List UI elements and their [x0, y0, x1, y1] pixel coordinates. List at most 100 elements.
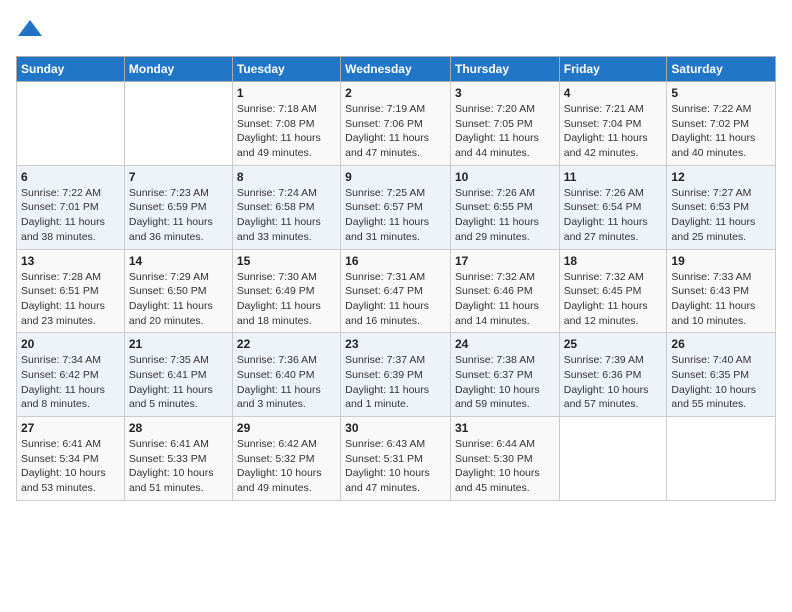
day-number: 11 — [564, 170, 663, 184]
day-number: 20 — [21, 337, 120, 351]
day-detail: Sunrise: 7:21 AMSunset: 7:04 PMDaylight:… — [564, 102, 663, 161]
header-thursday: Thursday — [450, 57, 559, 82]
day-detail: Sunrise: 7:36 AMSunset: 6:40 PMDaylight:… — [237, 353, 336, 412]
calendar-week-row: 6 Sunrise: 7:22 AMSunset: 7:01 PMDaylight… — [17, 165, 776, 249]
day-number: 3 — [455, 86, 555, 100]
header-friday: Friday — [559, 57, 667, 82]
day-number: 5 — [671, 86, 771, 100]
day-number: 14 — [129, 254, 228, 268]
calendar-cell: 2Sunrise: 7:19 AMSunset: 7:06 PMDaylight… — [341, 82, 451, 166]
day-detail: Sunrise: 7:24 AMSunset: 6:58 PMDaylight:… — [237, 186, 336, 245]
calendar-week-row: 20 Sunrise: 7:34 AMSunset: 6:42 PMDayligh… — [17, 333, 776, 417]
day-number: 9 — [345, 170, 446, 184]
day-detail: Sunrise: 7:19 AMSunset: 7:06 PMDaylight:… — [345, 102, 446, 161]
day-number: 8 — [237, 170, 336, 184]
calendar-cell — [17, 82, 125, 166]
day-number: 19 — [671, 254, 771, 268]
logo-icon — [16, 16, 44, 44]
day-number: 1 — [237, 86, 336, 100]
day-number: 30 — [345, 421, 446, 435]
logo — [16, 16, 48, 44]
day-detail: Sunrise: 7:23 AMSunset: 6:59 PMDaylight:… — [129, 186, 228, 245]
day-detail: Sunrise: 6:42 AMSunset: 5:32 PMDaylight:… — [237, 437, 336, 496]
day-detail: Sunrise: 7:40 AMSunset: 6:35 PMDaylight:… — [671, 353, 771, 412]
day-number: 15 — [237, 254, 336, 268]
day-number: 31 — [455, 421, 555, 435]
day-detail: Sunrise: 7:18 AMSunset: 7:08 PMDaylight:… — [237, 102, 336, 161]
calendar-cell: 29 Sunrise: 6:42 AMSunset: 5:32 PMDayligh… — [232, 417, 340, 501]
calendar-table: SundayMondayTuesdayWednesdayThursdayFrid… — [16, 56, 776, 501]
day-detail: Sunrise: 6:41 AMSunset: 5:34 PMDaylight:… — [21, 437, 120, 496]
header-wednesday: Wednesday — [341, 57, 451, 82]
calendar-cell: 7Sunrise: 7:23 AMSunset: 6:59 PMDaylight… — [124, 165, 232, 249]
day-detail: Sunrise: 7:31 AMSunset: 6:47 PMDaylight:… — [345, 270, 446, 329]
calendar-week-row: 13 Sunrise: 7:28 AMSunset: 6:51 PMDayligh… — [17, 249, 776, 333]
day-number: 26 — [671, 337, 771, 351]
calendar-cell: 12 Sunrise: 7:27 AMSunset: 6:53 PMDayligh… — [667, 165, 776, 249]
day-detail: Sunrise: 7:32 AMSunset: 6:46 PMDaylight:… — [455, 270, 555, 329]
day-detail: Sunrise: 7:28 AMSunset: 6:51 PMDaylight:… — [21, 270, 120, 329]
day-detail: Sunrise: 6:43 AMSunset: 5:31 PMDaylight:… — [345, 437, 446, 496]
calendar-cell — [667, 417, 776, 501]
calendar-cell: 14 Sunrise: 7:29 AMSunset: 6:50 PMDayligh… — [124, 249, 232, 333]
day-detail: Sunrise: 7:37 AMSunset: 6:39 PMDaylight:… — [345, 353, 446, 412]
day-detail: Sunrise: 7:22 AMSunset: 7:01 PMDaylight:… — [21, 186, 120, 245]
calendar-cell: 21 Sunrise: 7:35 AMSunset: 6:41 PMDayligh… — [124, 333, 232, 417]
calendar-cell: 19 Sunrise: 7:33 AMSunset: 6:43 PMDayligh… — [667, 249, 776, 333]
day-number: 13 — [21, 254, 120, 268]
day-detail: Sunrise: 7:34 AMSunset: 6:42 PMDaylight:… — [21, 353, 120, 412]
day-detail: Sunrise: 7:35 AMSunset: 6:41 PMDaylight:… — [129, 353, 228, 412]
day-detail: Sunrise: 7:20 AMSunset: 7:05 PMDaylight:… — [455, 102, 555, 161]
calendar-week-row: 27 Sunrise: 6:41 AMSunset: 5:34 PMDayligh… — [17, 417, 776, 501]
day-number: 27 — [21, 421, 120, 435]
calendar-cell: 20 Sunrise: 7:34 AMSunset: 6:42 PMDayligh… — [17, 333, 125, 417]
day-number: 23 — [345, 337, 446, 351]
calendar-cell: 18 Sunrise: 7:32 AMSunset: 6:45 PMDayligh… — [559, 249, 667, 333]
header-saturday: Saturday — [667, 57, 776, 82]
calendar-cell — [559, 417, 667, 501]
calendar-cell: 22Sunrise: 7:36 AMSunset: 6:40 PMDayligh… — [232, 333, 340, 417]
calendar-cell: 31 Sunrise: 6:44 AMSunset: 5:30 PMDayligh… — [450, 417, 559, 501]
day-detail: Sunrise: 7:38 AMSunset: 6:37 PMDaylight:… — [455, 353, 555, 412]
calendar-cell: 26 Sunrise: 7:40 AMSunset: 6:35 PMDayligh… — [667, 333, 776, 417]
day-detail: Sunrise: 7:26 AMSunset: 6:54 PMDaylight:… — [564, 186, 663, 245]
page-header — [16, 16, 776, 44]
day-number: 17 — [455, 254, 555, 268]
calendar-cell: 30 Sunrise: 6:43 AMSunset: 5:31 PMDayligh… — [341, 417, 451, 501]
calendar-cell: 4Sunrise: 7:21 AMSunset: 7:04 PMDaylight… — [559, 82, 667, 166]
day-detail: Sunrise: 7:22 AMSunset: 7:02 PMDaylight:… — [671, 102, 771, 161]
day-detail: Sunrise: 7:26 AMSunset: 6:55 PMDaylight:… — [455, 186, 555, 245]
day-number: 24 — [455, 337, 555, 351]
day-number: 6 — [21, 170, 120, 184]
day-detail: Sunrise: 6:44 AMSunset: 5:30 PMDaylight:… — [455, 437, 555, 496]
day-detail: Sunrise: 7:39 AMSunset: 6:36 PMDaylight:… — [564, 353, 663, 412]
header-monday: Monday — [124, 57, 232, 82]
calendar-cell: 1 Sunrise: 7:18 AMSunset: 7:08 PMDaylight… — [232, 82, 340, 166]
day-number: 29 — [237, 421, 336, 435]
calendar-cell: 10Sunrise: 7:26 AMSunset: 6:55 PMDayligh… — [450, 165, 559, 249]
day-number: 16 — [345, 254, 446, 268]
day-detail: Sunrise: 7:29 AMSunset: 6:50 PMDaylight:… — [129, 270, 228, 329]
calendar-cell: 17 Sunrise: 7:32 AMSunset: 6:46 PMDayligh… — [450, 249, 559, 333]
calendar-week-row: 1 Sunrise: 7:18 AMSunset: 7:08 PMDaylight… — [17, 82, 776, 166]
day-detail: Sunrise: 7:27 AMSunset: 6:53 PMDaylight:… — [671, 186, 771, 245]
day-detail: Sunrise: 7:30 AMSunset: 6:49 PMDaylight:… — [237, 270, 336, 329]
day-detail: Sunrise: 7:25 AMSunset: 6:57 PMDaylight:… — [345, 186, 446, 245]
header-sunday: Sunday — [17, 57, 125, 82]
day-detail: Sunrise: 7:33 AMSunset: 6:43 PMDaylight:… — [671, 270, 771, 329]
calendar-cell: 11 Sunrise: 7:26 AMSunset: 6:54 PMDayligh… — [559, 165, 667, 249]
day-detail: Sunrise: 6:41 AMSunset: 5:33 PMDaylight:… — [129, 437, 228, 496]
calendar-cell: 6 Sunrise: 7:22 AMSunset: 7:01 PMDaylight… — [17, 165, 125, 249]
calendar-cell: 23 Sunrise: 7:37 AMSunset: 6:39 PMDayligh… — [341, 333, 451, 417]
calendar-cell: 8 Sunrise: 7:24 AMSunset: 6:58 PMDaylight… — [232, 165, 340, 249]
day-number: 21 — [129, 337, 228, 351]
calendar-header-row: SundayMondayTuesdayWednesdayThursdayFrid… — [17, 57, 776, 82]
calendar-cell: 16 Sunrise: 7:31 AMSunset: 6:47 PMDayligh… — [341, 249, 451, 333]
day-number: 18 — [564, 254, 663, 268]
day-detail: Sunrise: 7:32 AMSunset: 6:45 PMDaylight:… — [564, 270, 663, 329]
day-number: 25 — [564, 337, 663, 351]
calendar-cell: 27 Sunrise: 6:41 AMSunset: 5:34 PMDayligh… — [17, 417, 125, 501]
day-number: 12 — [671, 170, 771, 184]
calendar-cell: 3 Sunrise: 7:20 AMSunset: 7:05 PMDaylight… — [450, 82, 559, 166]
header-tuesday: Tuesday — [232, 57, 340, 82]
